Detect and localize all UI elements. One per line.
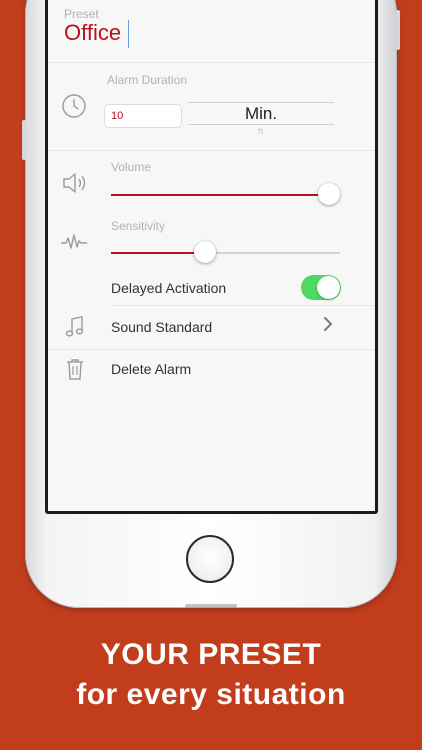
- promo-headline: YOUR PRESET: [100, 638, 322, 671]
- duration-unit-selected: Min.: [244, 104, 278, 123]
- sound-row[interactable]: Sound Standard: [111, 319, 212, 335]
- preset-name-field[interactable]: Office: [64, 20, 121, 46]
- phone-power-button: [396, 10, 400, 50]
- home-button[interactable]: [186, 535, 234, 583]
- volume-label: Volume: [111, 160, 152, 174]
- slider-fill: [111, 252, 205, 254]
- slider-thumb[interactable]: [193, 241, 216, 263]
- duration-unit-next: h: [258, 126, 264, 136]
- trash-icon: [65, 357, 85, 386]
- picker-line: [188, 102, 334, 103]
- delayed-activation-toggle[interactable]: [301, 275, 341, 300]
- slider-fill: [111, 194, 329, 196]
- delayed-activation-label: Delayed Activation: [111, 280, 227, 296]
- phone-bottom-edge: [185, 604, 237, 608]
- waveform-icon: [60, 232, 88, 257]
- clock-icon: [61, 93, 87, 124]
- chevron-right-icon[interactable]: [322, 316, 334, 337]
- volume-slider[interactable]: [111, 182, 340, 208]
- alarm-duration-label: Alarm Duration: [107, 73, 188, 87]
- divider: [48, 62, 375, 63]
- sensitivity-slider[interactable]: [111, 240, 340, 266]
- speaker-icon: [61, 170, 89, 201]
- text-caret: [128, 20, 129, 48]
- alarm-duration-input[interactable]: 10: [104, 104, 182, 128]
- app-screen: Preset Office Alarm Duration 10 Min. h V…: [48, 0, 375, 511]
- music-note-icon: [65, 315, 85, 344]
- duration-unit-picker[interactable]: Min. h: [188, 102, 334, 136]
- promo-subheadline: for every situation: [76, 678, 346, 711]
- slider-thumb[interactable]: [317, 183, 340, 205]
- sensitivity-label: Sensitivity: [111, 219, 166, 233]
- phone-volume-button: [22, 120, 26, 160]
- preset-label: Preset: [64, 7, 99, 21]
- divider: [48, 349, 375, 350]
- divider: [48, 150, 375, 151]
- toggle-knob: [317, 276, 340, 299]
- divider: [111, 305, 375, 306]
- delete-alarm-button[interactable]: Delete Alarm: [111, 361, 191, 377]
- picker-line: [188, 124, 334, 125]
